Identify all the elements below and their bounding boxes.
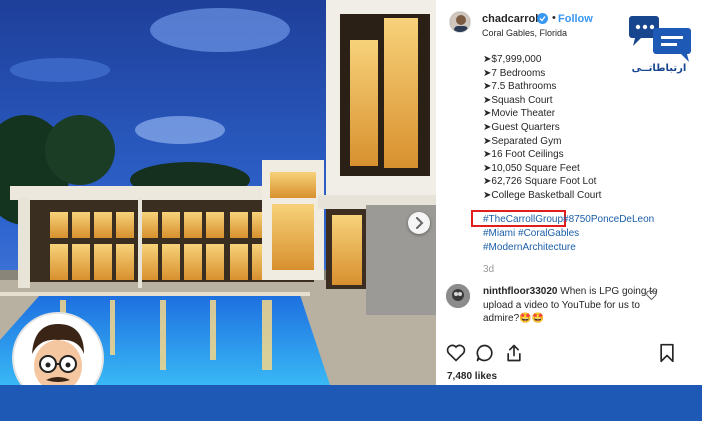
caption-line: ➤7 Bedrooms [483, 67, 546, 79]
caption-line: ➤College Basketball Court [483, 189, 602, 201]
caption-line: ➤7.5 Bathrooms [483, 81, 557, 93]
hashtag-modernarchitecture[interactable]: #ModernArchitecture [483, 242, 576, 253]
hashtag-list: #TheCarrollGroup#8750PonceDeLeon #Miami … [483, 213, 683, 255]
user-photo-icon [450, 12, 470, 32]
chat-bubbles-logo-icon [629, 16, 691, 62]
caption-line: ➤Guest Quarters [483, 121, 560, 133]
post-age[interactable]: 3d [483, 264, 494, 275]
post-location[interactable]: Coral Gables, Florida [482, 28, 567, 38]
comment: ninthfloor33020 When is LPG going to upl… [483, 285, 658, 326]
author-username[interactable]: chadcarroll [482, 13, 541, 25]
heart-icon[interactable] [646, 290, 657, 300]
follow-button[interactable]: Follow [558, 13, 593, 25]
post-caption: ➤$7,999,000 ➤7 Bedrooms ➤7.5 Bathrooms ➤… [483, 53, 601, 203]
bookmark-icon[interactable] [658, 343, 676, 363]
commenter-avatar[interactable] [446, 284, 470, 308]
caption-line: ➤62,726 Square Foot Lot [483, 176, 597, 188]
next-image-button[interactable] [408, 212, 430, 234]
author-avatar[interactable] [449, 11, 471, 33]
caption-line: ➤10,050 Square Feet [483, 162, 580, 174]
chevron-right-icon [416, 217, 424, 229]
comment-bubble-icon[interactable] [475, 343, 495, 363]
caption-line: ➤Movie Theater [483, 108, 556, 120]
caption-line: ➤Separated Gym [483, 135, 562, 147]
caption-line: ➤16 Foot Ceilings [483, 149, 564, 161]
user-photo-icon [446, 284, 470, 308]
hashtag-8750poncedeleon[interactable]: #8750PonceDeLeon [563, 214, 654, 225]
separator-dot: • [552, 12, 556, 24]
bottom-bar [0, 385, 702, 421]
brand-logo-text: ارتباطاتــی [631, 63, 687, 74]
share-icon[interactable] [504, 343, 524, 363]
verified-badge-icon [537, 13, 548, 24]
like-count[interactable]: 7,480 likes [447, 371, 497, 382]
hashtag-thecarrollgroup[interactable]: #TheCarrollGroup [483, 214, 563, 225]
heart-icon[interactable] [446, 343, 466, 362]
post-actions [446, 343, 686, 365]
hashtag-miami[interactable]: #Miami [483, 228, 515, 239]
hashtag-coralgables[interactable]: #CoralGables [518, 228, 579, 239]
caption-line: ➤$7,999,000 [483, 54, 542, 65]
caption-line: ➤Squash Court [483, 94, 553, 106]
comment-username[interactable]: ninthfloor33020 [483, 286, 557, 297]
